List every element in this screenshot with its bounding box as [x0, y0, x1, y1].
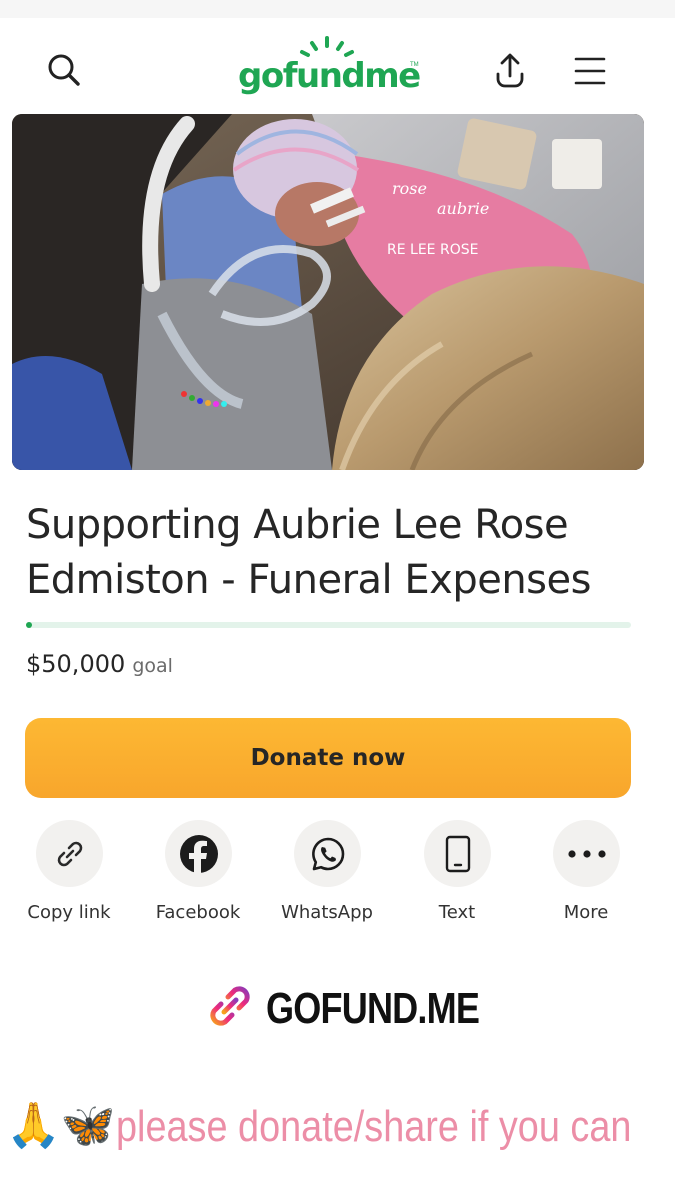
- share-facebook[interactable]: Facebook: [133, 820, 263, 930]
- progress-bar-fill: [26, 622, 33, 628]
- svg-text:RE LEE ROSE: RE LEE ROSE: [387, 242, 478, 258]
- search-button[interactable]: [38, 44, 90, 96]
- logo-trademark: TM: [410, 62, 419, 68]
- gofundme-logo[interactable]: gofundme TM: [230, 34, 430, 104]
- logo-text: gofundme: [238, 56, 421, 96]
- campaign-photo[interactable]: rose aubrie RE LEE ROSE: [12, 114, 644, 470]
- share-more-circle: [553, 820, 620, 887]
- share-whatsapp-circle: [294, 820, 361, 887]
- share-facebook-circle: [165, 820, 232, 887]
- hamburger-menu-icon: [574, 57, 606, 85]
- gofund-me-link[interactable]: GOFUND.ME: [204, 978, 504, 1038]
- share-copy-link-circle: [36, 820, 103, 887]
- svg-text:rose: rose: [392, 179, 427, 198]
- share-text-label: Text: [438, 902, 476, 923]
- header: gofundme TM: [0, 30, 675, 110]
- search-icon: [48, 54, 80, 86]
- facebook-icon: [179, 834, 218, 873]
- share-more-label: More: [563, 902, 609, 923]
- menu-button[interactable]: [564, 44, 616, 96]
- gofund-me-text: GOFUND.ME: [266, 984, 480, 1033]
- share-text[interactable]: Text: [392, 820, 522, 930]
- link-icon: [210, 986, 250, 1026]
- share-facebook-label: Facebook: [155, 902, 241, 923]
- top-strip: [0, 0, 675, 18]
- donate-now-button[interactable]: Donate now: [25, 718, 631, 798]
- share-upload-icon: [496, 53, 524, 88]
- progress-bar: [26, 622, 631, 628]
- caption-text: please donate/share if you can: [116, 1102, 632, 1151]
- story-caption: 🙏🦋 please donate/share if you can: [6, 1098, 675, 1168]
- whatsapp-icon: [311, 837, 344, 870]
- more-dots-icon: [567, 849, 606, 858]
- goal-amount: $50,000: [26, 650, 126, 678]
- share-whatsapp-label: WhatsApp: [281, 902, 373, 923]
- caption-emojis: 🙏🦋: [6, 1101, 116, 1150]
- share-button[interactable]: [484, 44, 536, 96]
- share-more[interactable]: More: [521, 820, 651, 930]
- phone-icon: [445, 835, 470, 872]
- gofundme-story-page: gofundme TM rose aubrie RE LEE ROSE Supp…: [0, 0, 675, 1200]
- share-copy-link-label: Copy link: [27, 902, 111, 923]
- share-whatsapp[interactable]: WhatsApp: [262, 820, 392, 930]
- share-text-circle: [424, 820, 491, 887]
- svg-text:aubrie: aubrie: [437, 199, 489, 218]
- goal-line: $50,000 goal: [26, 650, 173, 678]
- link-icon: [57, 841, 82, 866]
- campaign-title: Supporting Aubrie Lee Rose Edmiston - Fu…: [26, 502, 591, 603]
- goal-label: goal: [132, 655, 173, 677]
- campaign-photo-illustration: rose aubrie RE LEE ROSE: [12, 114, 644, 470]
- share-copy-link[interactable]: Copy link: [4, 820, 134, 930]
